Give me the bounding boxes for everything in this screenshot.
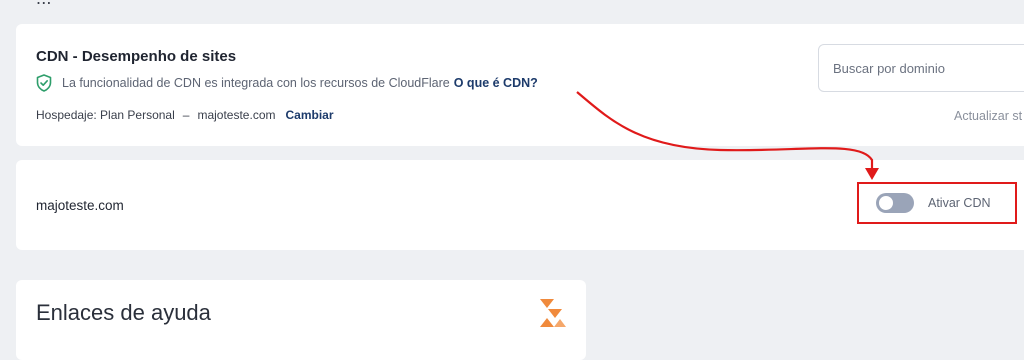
refresh-status-link[interactable]: Actualizar st (954, 109, 1022, 123)
hosting-row: Hospedaje: Plan Personal – majoteste.com… (36, 108, 334, 122)
help-links-title: Enlaces de ayuda (36, 300, 211, 325)
annotation-highlight-box (857, 182, 1017, 224)
cdn-header-card: CDN - Desempenho de sites La funcionalid… (16, 24, 1024, 146)
help-links-card: Enlaces de ayuda (16, 280, 586, 360)
hosting-separator: – (182, 108, 190, 122)
domain-name: majoteste.com (36, 198, 124, 213)
cdn-info-text: La funcionalidad de CDN es integrada con… (62, 76, 450, 90)
hosting-plan-label: Hospedaje: Plan Personal (36, 108, 175, 122)
brand-logo-icon (540, 299, 566, 327)
cdn-info-row: La funcionalidad de CDN es integrada con… (36, 74, 538, 92)
search-domain-input[interactable] (818, 44, 1024, 92)
page-title: CDN - Desempenho de sites (36, 48, 237, 65)
hosting-domain: majoteste.com (197, 108, 276, 122)
what-is-cdn-link[interactable]: O que é CDN? (454, 76, 538, 90)
shield-check-icon (36, 74, 52, 92)
change-plan-link[interactable]: Cambiar (285, 108, 333, 122)
section-heading-clipped: ... (36, 0, 52, 9)
